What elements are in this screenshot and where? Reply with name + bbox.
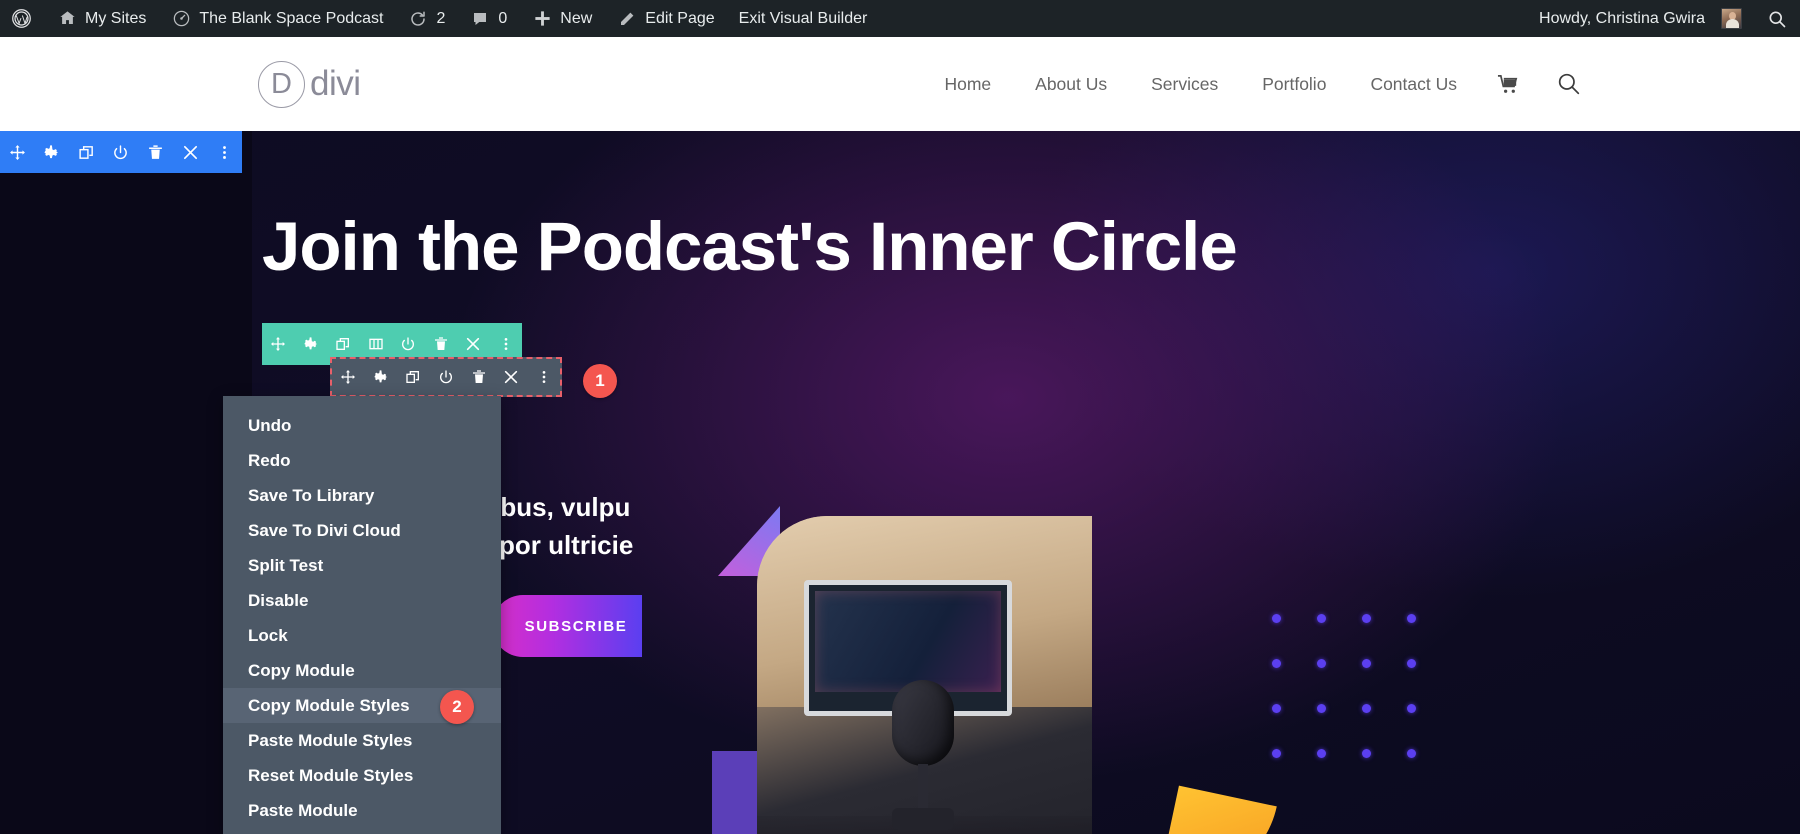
updates-icon xyxy=(407,8,429,30)
howdy-label: Howdy, Christina Gwira xyxy=(1539,9,1705,27)
wp-admin-bar: My Sites The Blank Space Podcast 2 0 New… xyxy=(0,0,1800,37)
grid-dot xyxy=(1272,704,1281,713)
howdy-account-button[interactable]: Howdy, Christina Gwira xyxy=(1527,0,1754,37)
nav-item-about-us[interactable]: About Us xyxy=(1013,74,1129,95)
wordpress-icon xyxy=(10,8,32,30)
pencil-icon xyxy=(616,8,638,30)
nav-item-contact-us[interactable]: Contact Us xyxy=(1348,74,1479,95)
site-header: D divi Home About Us Services Portfolio … xyxy=(0,37,1800,131)
microphone-base xyxy=(892,807,955,830)
avatar xyxy=(1721,8,1742,29)
dashboard-icon xyxy=(170,8,192,30)
hero-heading: Join the Podcast's Inner Circle xyxy=(262,208,1238,285)
grid-dot xyxy=(1362,614,1371,623)
grid-dot xyxy=(1317,659,1326,668)
updates-count: 2 xyxy=(436,9,446,27)
context-menu-item-save-to-divi-cloud[interactable]: Save To Divi Cloud xyxy=(223,513,501,548)
context-menu-item-undo[interactable]: Undo xyxy=(223,408,501,443)
my-sites-button[interactable]: My Sites xyxy=(44,0,158,37)
exit-visual-builder-label: Exit Visual Builder xyxy=(738,9,868,27)
gear-icon[interactable] xyxy=(369,359,393,395)
grid-dot xyxy=(1362,659,1371,668)
grid-dot xyxy=(1407,614,1416,623)
logo-word: divi xyxy=(310,64,361,103)
site-name-label: The Blank Space Podcast xyxy=(199,9,384,27)
subscribe-button[interactable]: SUBSCRIBE xyxy=(492,595,642,657)
logo-letter: D xyxy=(258,60,305,108)
step-badge-2: 2 xyxy=(440,690,474,724)
context-menu-item-paste-module[interactable]: Paste Module xyxy=(223,793,501,828)
grid-dot xyxy=(1407,659,1416,668)
updates-button[interactable]: 2 xyxy=(395,0,457,37)
grid-dot xyxy=(1362,749,1371,758)
edit-page-button[interactable]: Edit Page xyxy=(604,0,726,37)
nav-item-home[interactable]: Home xyxy=(922,74,1013,95)
wordpress-logo-button[interactable] xyxy=(0,0,44,37)
trash-icon[interactable] xyxy=(467,359,491,395)
more-options-icon[interactable] xyxy=(532,359,556,395)
move-icon[interactable] xyxy=(336,359,360,395)
gear-icon[interactable] xyxy=(37,131,67,173)
comments-button[interactable]: 0 xyxy=(457,0,519,37)
context-menu-item-lock[interactable]: Lock xyxy=(223,618,501,653)
power-icon[interactable] xyxy=(434,359,458,395)
section-toolbar xyxy=(0,131,242,173)
context-menu-item-redo[interactable]: Redo xyxy=(223,443,501,478)
header-search-icon[interactable] xyxy=(1538,71,1600,97)
close-icon[interactable] xyxy=(499,359,523,395)
microphone-head xyxy=(892,679,955,766)
context-menu-item-reset-module-styles[interactable]: Reset Module Styles xyxy=(223,758,501,793)
grid-dot xyxy=(1407,704,1416,713)
new-content-label: New xyxy=(560,9,593,27)
comment-icon xyxy=(469,8,491,30)
nav-item-services[interactable]: Services xyxy=(1129,74,1240,95)
left-dark-band xyxy=(0,131,252,834)
move-icon[interactable] xyxy=(265,323,291,365)
close-icon[interactable] xyxy=(175,131,205,173)
search-icon xyxy=(1766,8,1788,30)
context-menu-item-split-test[interactable]: Split Test xyxy=(223,548,501,583)
gear-icon[interactable] xyxy=(298,323,324,365)
new-content-button[interactable]: New xyxy=(519,0,604,37)
context-menu-item-disable[interactable]: Disable xyxy=(223,583,501,618)
context-menu-item-paste-module-styles[interactable]: Paste Module Styles xyxy=(223,723,501,758)
grid-dot xyxy=(1317,614,1326,623)
cart-icon[interactable] xyxy=(1479,73,1538,96)
power-icon[interactable] xyxy=(106,131,136,173)
photo-screen xyxy=(814,591,1001,693)
move-icon[interactable] xyxy=(2,131,32,173)
context-menu-item-save-to-library[interactable]: Save To Library xyxy=(223,478,501,513)
step-badge-1: 1 xyxy=(583,364,617,398)
grid-dot xyxy=(1317,749,1326,758)
site-name-button[interactable]: The Blank Space Podcast xyxy=(158,0,395,37)
decorative-yellow-quarter-circle xyxy=(1159,785,1277,834)
main-navigation: Home About Us Services Portfolio Contact… xyxy=(922,71,1600,97)
exit-visual-builder-button[interactable]: Exit Visual Builder xyxy=(727,0,880,37)
duplicate-icon[interactable] xyxy=(401,359,425,395)
grid-dot xyxy=(1272,659,1281,668)
nav-item-portfolio[interactable]: Portfolio xyxy=(1240,74,1348,95)
trash-icon[interactable] xyxy=(141,131,171,173)
more-options-icon[interactable] xyxy=(210,131,240,173)
sites-icon xyxy=(56,8,78,30)
comments-count: 0 xyxy=(498,9,508,27)
grid-dot xyxy=(1272,749,1281,758)
divi-logo[interactable]: D divi xyxy=(258,60,361,108)
duplicate-icon[interactable] xyxy=(71,131,101,173)
microphone-stem xyxy=(918,763,929,812)
photo-microphone xyxy=(884,679,962,830)
grid-dot xyxy=(1317,704,1326,713)
my-sites-label: My Sites xyxy=(85,9,147,27)
hero-photo xyxy=(757,516,1092,834)
grid-dot xyxy=(1407,749,1416,758)
grid-dot xyxy=(1272,614,1281,623)
module-toolbar xyxy=(330,357,562,397)
adminbar-search-button[interactable] xyxy=(1754,0,1800,37)
edit-page-label: Edit Page xyxy=(645,9,715,27)
module-context-menu: Undo Redo Save To Library Save To Divi Clou… xyxy=(223,396,501,834)
decorative-dots-grid xyxy=(1272,614,1417,759)
grid-dot xyxy=(1362,704,1371,713)
context-menu-item-copy-module[interactable]: Copy Module xyxy=(223,653,501,688)
plus-icon xyxy=(531,8,553,30)
